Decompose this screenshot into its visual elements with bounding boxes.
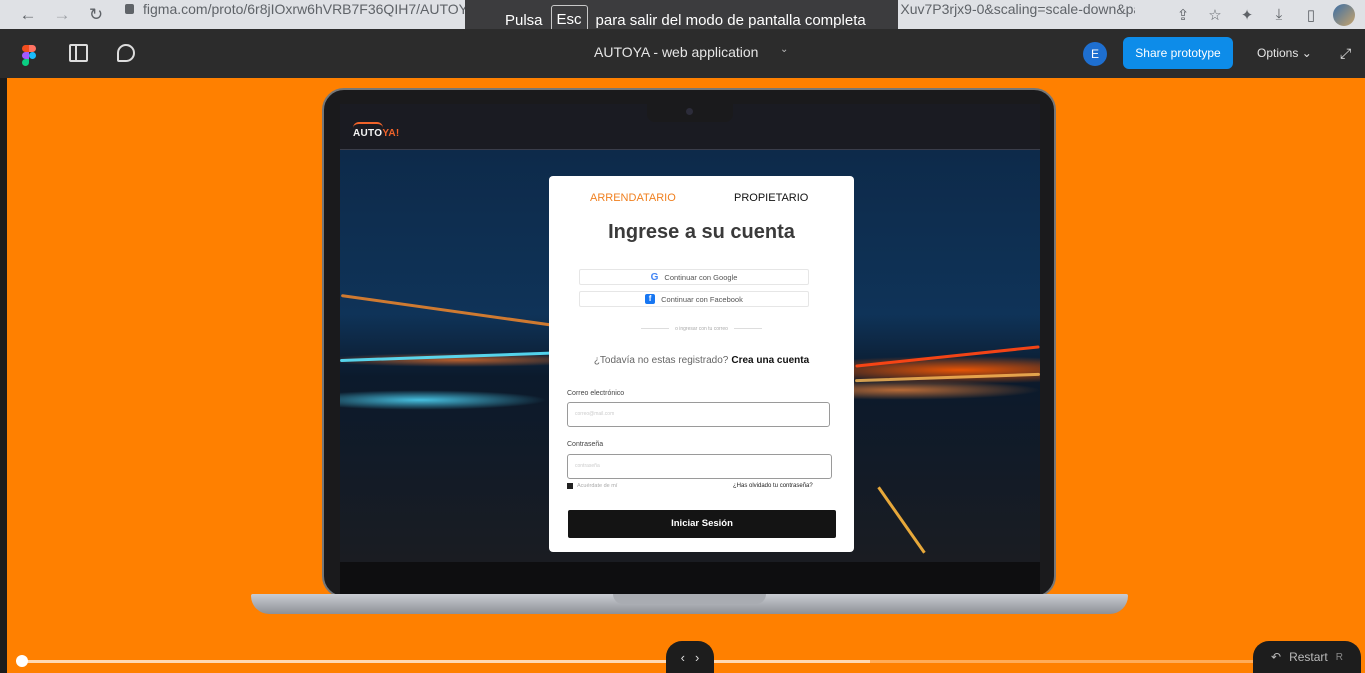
light-streak bbox=[855, 372, 1040, 383]
download-icon[interactable]: ⤓ bbox=[1269, 5, 1289, 25]
facebook-login-label: Continuar con Facebook bbox=[661, 294, 743, 304]
register-prompt: ¿Todavía no estas registrado? Crea una cu… bbox=[549, 355, 854, 366]
progress-bar[interactable] bbox=[20, 660, 870, 663]
lock-icon bbox=[125, 4, 134, 14]
remember-label: Acuérdate de mí bbox=[577, 483, 618, 489]
login-title: Ingrese a su cuenta bbox=[608, 221, 795, 243]
progress-thumb[interactable] bbox=[16, 655, 28, 667]
brand-accent: YA! bbox=[382, 128, 400, 139]
options-menu[interactable]: Options ⌄ bbox=[1257, 46, 1312, 60]
sidebar-toggle-icon[interactable] bbox=[69, 44, 88, 62]
remember-me[interactable]: Acuérdate de mí bbox=[567, 483, 617, 489]
password-label: Contraseña bbox=[567, 441, 604, 448]
login-card: ARRENDATARIO PROPIETARIO Ingrese a su cu… bbox=[549, 176, 854, 552]
google-login-button[interactable]: G Continuar con Google bbox=[579, 269, 809, 285]
google-login-label: Continuar con Google bbox=[664, 272, 738, 282]
fullscreen-expand-icon[interactable]: ⤢ bbox=[1340, 45, 1351, 62]
brand-main: AUTO bbox=[353, 128, 383, 139]
comment-icon[interactable] bbox=[117, 44, 135, 62]
password-field[interactable]: contraseña bbox=[567, 454, 832, 479]
email-label: Correo electrónico bbox=[567, 390, 625, 397]
forgot-password-link[interactable]: ¿Has olvidado tu contraseña? bbox=[733, 483, 813, 489]
forward-icon[interactable]: → bbox=[48, 3, 76, 27]
laptop-bezel-bottom bbox=[340, 562, 1040, 594]
restart-button[interactable]: ↶ Restart R bbox=[1253, 641, 1361, 673]
register-link[interactable]: Crea una cuenta bbox=[731, 355, 809, 366]
next-frame-icon[interactable]: › bbox=[695, 650, 699, 665]
profile-avatar[interactable] bbox=[1333, 3, 1355, 26]
divider-text: o ingresar con tu correo bbox=[549, 326, 854, 332]
light-streak bbox=[855, 345, 1040, 368]
document-title[interactable]: AUTOYA - web application bbox=[594, 44, 758, 60]
canvas-edge bbox=[0, 78, 7, 673]
laptop-screen: AUTOYA! ARRENDATARIO PROPIETARIO Ingrese… bbox=[340, 104, 1040, 562]
restart-icon: ↶ bbox=[1271, 650, 1282, 664]
road-marking bbox=[877, 486, 926, 554]
login-button[interactable]: Iniciar Sesión bbox=[568, 510, 836, 538]
email-field[interactable]: correo@mail.com bbox=[567, 402, 830, 427]
user-avatar[interactable]: E bbox=[1083, 42, 1107, 66]
prototype-nav: ‹ › bbox=[666, 641, 714, 673]
facebook-icon: f bbox=[645, 294, 656, 304]
laptop-notch bbox=[647, 104, 733, 122]
toast-suffix: para salir del modo de pantalla completa bbox=[595, 11, 866, 29]
prev-frame-icon[interactable]: ‹ bbox=[681, 650, 685, 665]
extensions-icon[interactable]: ✦ bbox=[1237, 5, 1257, 25]
share-page-icon[interactable]: ⇪ bbox=[1173, 5, 1193, 25]
toast-prefix: Pulsa bbox=[505, 11, 543, 29]
options-label: Options bbox=[1257, 46, 1299, 60]
back-icon[interactable]: ← bbox=[14, 3, 42, 27]
share-prototype-button[interactable]: Share prototype bbox=[1123, 37, 1233, 69]
chevron-down-icon[interactable]: ⌄ bbox=[780, 44, 788, 55]
url-tail-text: Xuv7P3rjx9-0&scaling=scale-down&pag... bbox=[900, 1, 1135, 17]
register-question: ¿Todavía no estas registrado? bbox=[593, 355, 729, 366]
side-panel-icon[interactable]: ▯ bbox=[1301, 5, 1321, 25]
figma-logo-icon[interactable] bbox=[22, 45, 36, 66]
laptop-base-notch bbox=[613, 594, 766, 604]
restart-label: Restart bbox=[1289, 650, 1328, 664]
options-chevron-icon: ⌄ bbox=[1301, 46, 1312, 60]
bookmark-star-icon[interactable]: ☆ bbox=[1205, 5, 1225, 25]
light-streak bbox=[340, 294, 570, 329]
tab-propietario[interactable]: PROPIETARIO bbox=[734, 192, 808, 204]
browser-icons: ⇪ ☆ ✦ ⤓ ▯ bbox=[1173, 0, 1365, 29]
remember-checkbox[interactable] bbox=[567, 483, 573, 489]
url-text: figma.com/proto/6r8jIOxrw6hVRB7F36QIH7/A… bbox=[143, 1, 501, 17]
light-streak bbox=[340, 350, 570, 363]
google-icon: G bbox=[650, 271, 659, 283]
brand-logo[interactable]: AUTOYA! bbox=[353, 122, 400, 139]
facebook-login-button[interactable]: f Continuar con Facebook bbox=[579, 291, 809, 307]
restart-shortcut: R bbox=[1335, 651, 1343, 663]
tab-arrendatario[interactable]: ARRENDATARIO bbox=[590, 192, 676, 204]
reload-icon[interactable]: ↻ bbox=[82, 3, 110, 27]
